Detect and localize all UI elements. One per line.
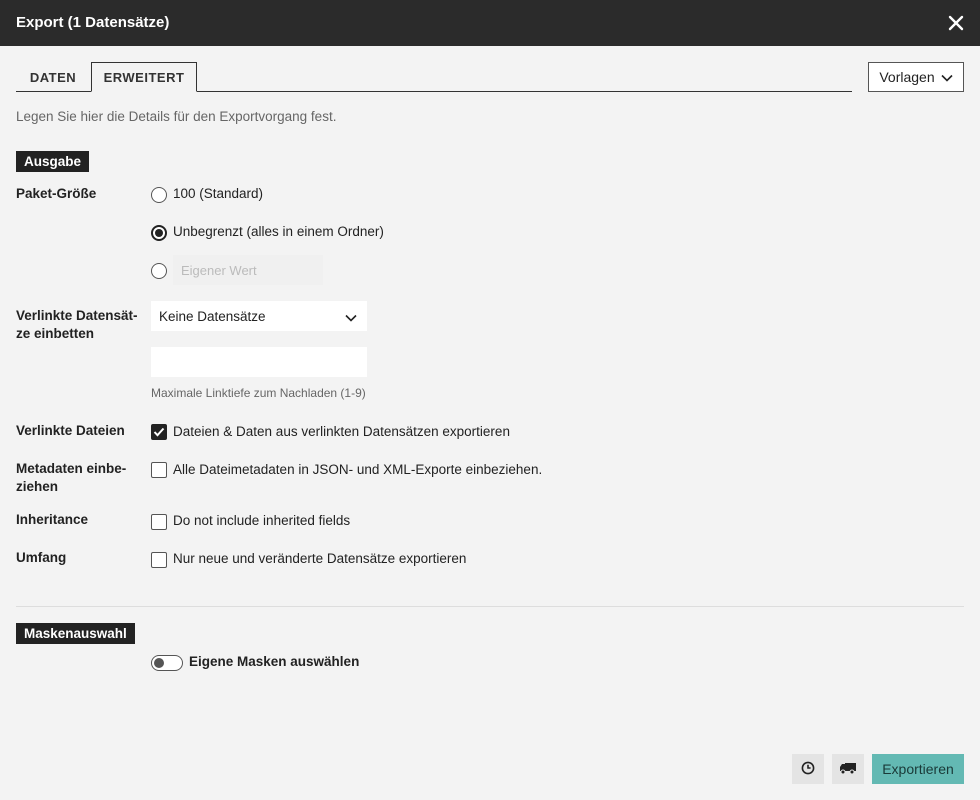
section-heading-output: Ausgabe	[16, 151, 90, 172]
transport-button[interactable]	[832, 754, 864, 784]
linked-files-label: Verlinkte Dateien	[16, 423, 125, 438]
custom-size-input[interactable]	[173, 255, 323, 285]
linked-files-option: Dateien & Daten aus verlinkten Datensätz…	[173, 424, 510, 439]
radio-package-unlimited[interactable]	[151, 225, 167, 241]
schedule-button[interactable]	[792, 754, 824, 784]
scope-checkbox[interactable]	[151, 552, 167, 568]
linked-records-select-value: Keine Datensätze	[159, 308, 266, 324]
tab-daten[interactable]: Daten	[16, 62, 90, 92]
dialog-title: Export (1 Datensätze)	[16, 14, 170, 31]
section-divider	[16, 606, 964, 607]
mask-toggle-label: Eigene Masken auswählen	[189, 654, 360, 669]
dialog-titlebar: Export (1 Datensätze)	[0, 0, 980, 46]
section-heading-mask: Maskenauswahl	[16, 623, 135, 644]
radio-package-unlimited-label: Unbegrenzt (alles in einem Ordner)	[173, 224, 384, 239]
radio-package-100-label: 100 (Standard)	[173, 186, 264, 201]
templates-dropdown-button[interactable]: Vorlagen	[868, 62, 964, 92]
metadata-label: Metadaten einbe-ziehen	[16, 461, 127, 494]
tab-erweitert[interactable]: Erweitert	[91, 62, 197, 92]
inheritance-option: Do not include inherited fields	[173, 513, 351, 528]
intro-text: Legen Sie hier die Details für den Expor…	[16, 109, 337, 124]
link-depth-input[interactable]	[151, 347, 367, 377]
metadata-checkbox[interactable]	[151, 462, 167, 478]
chevron-down-icon	[941, 69, 953, 85]
linked-files-checkbox[interactable]	[151, 424, 167, 440]
linked-records-select[interactable]: Keine Datensätze	[151, 301, 367, 331]
radio-package-100[interactable]	[151, 187, 167, 203]
truck-icon	[839, 761, 857, 778]
templates-button-label: Vorlagen	[879, 69, 935, 85]
metadata-option: Alle Dateimetadaten in JSON- und XML-Exp…	[173, 462, 543, 477]
linked-records-label: Verlinkte Datensät-ze einbetten	[16, 308, 138, 341]
mask-toggle[interactable]	[151, 655, 183, 671]
package-size-label: Paket-Größe	[16, 186, 97, 201]
inheritance-label: Inheritance	[16, 512, 89, 527]
checkmark-icon	[153, 427, 165, 437]
export-button[interactable]: Exportieren	[872, 754, 964, 784]
clock-icon	[801, 761, 815, 778]
scope-label: Umfang	[16, 550, 67, 565]
scope-option: Nur neue und veränderte Datensätze expor…	[173, 551, 467, 566]
close-icon[interactable]	[946, 13, 966, 33]
link-depth-hint: Maximale Linktiefe zum Nachladen (1-9)	[151, 386, 366, 400]
radio-package-custom[interactable]	[151, 263, 167, 279]
toggle-knob	[154, 658, 164, 668]
chevron-down-icon	[345, 310, 357, 325]
inheritance-checkbox[interactable]	[151, 514, 167, 530]
